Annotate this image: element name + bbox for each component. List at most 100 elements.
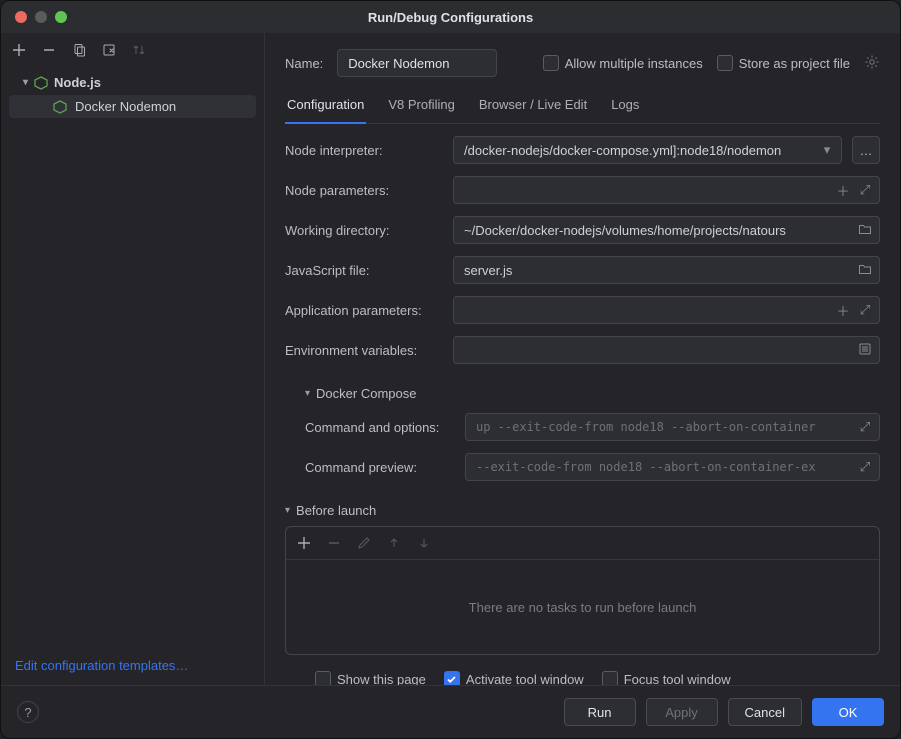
store-project-checkbox[interactable]: Store as project file [717,55,850,71]
app-params-label: Application parameters: [285,303,443,318]
help-button[interactable]: ? [17,701,39,723]
run-button[interactable]: Run [564,698,636,726]
dialog-footer: ? Run Apply Cancel OK [1,685,900,738]
command-options-input[interactable]: up --exit-code-from node18 --abort-on-co… [465,413,880,441]
folder-icon[interactable] [857,222,873,239]
workdir-label: Working directory: [285,223,443,238]
tree-item-docker-nodemon[interactable]: Docker Nodemon [9,95,256,118]
node-params-row: Node parameters: ＋ ⤢ [285,176,880,204]
command-preview-row: Command preview: --exit-code-from node18… [285,453,880,481]
remove-task-icon[interactable] [326,535,342,551]
sidebar-footer: Edit configuration templates… [1,646,264,685]
name-label: Name: [285,56,323,71]
tab-configuration[interactable]: Configuration [285,91,366,124]
tree-group-nodejs[interactable]: ▾ Node.js [5,71,260,94]
gear-icon[interactable] [864,54,880,73]
node-interpreter-label: Node interpreter: [285,143,443,158]
before-launch-title: Before launch [296,503,376,518]
config-name-input[interactable] [337,49,497,77]
before-launch-list: There are no tasks to run before launch [285,526,880,655]
store-project-label: Store as project file [739,56,850,71]
remove-config-icon[interactable] [41,42,57,58]
apply-button[interactable]: Apply [646,698,718,726]
command-preview-field: --exit-code-from node18 --abort-on-conta… [465,453,880,481]
focus-tool-window-checkbox[interactable]: Focus tool window [602,671,731,685]
app-params-input[interactable]: ＋ ⤢ [453,296,880,324]
checkbox-icon [602,671,618,685]
config-tabs: Configuration V8 Profiling Browser / Liv… [285,91,880,124]
expand-icon[interactable]: ⤢ [857,419,873,435]
focus-tool-window-label: Focus tool window [624,672,731,686]
workdir-input[interactable]: ~/Docker/docker-nodejs/volumes/home/proj… [453,216,880,244]
nodejs-icon [53,100,67,114]
form-area: Name: Allow multiple instances Store as … [265,33,900,685]
copy-config-icon[interactable] [71,42,87,58]
docker-compose-header[interactable]: ▾ Docker Compose [285,386,880,401]
command-options-label: Command and options: [305,420,455,435]
move-down-icon[interactable] [416,535,432,551]
main-panel: Name: Allow multiple instances Store as … [265,33,900,685]
sort-config-icon[interactable] [131,42,147,58]
tab-v8-profiling[interactable]: V8 Profiling [386,91,456,123]
plus-icon[interactable]: ＋ [835,181,851,200]
window-controls [15,11,67,23]
activate-tool-window-checkbox[interactable]: Activate tool window [444,671,584,685]
docker-compose-title: Docker Compose [316,386,416,401]
minimize-window-button[interactable] [35,11,47,23]
add-task-icon[interactable] [296,535,312,551]
close-window-button[interactable] [15,11,27,23]
checkbox-icon [543,55,559,71]
before-launch-header[interactable]: ▾ Before launch [285,503,880,518]
workdir-value: ~/Docker/docker-nodejs/volumes/home/proj… [464,223,851,238]
configurations-sidebar: ▾ Node.js Docker Nodemon Edit configurat… [1,33,265,685]
tree-item-label: Docker Nodemon [75,99,176,114]
ok-button[interactable]: OK [812,698,884,726]
node-interpreter-select[interactable]: /docker-nodejs/docker-compose.yml]:node1… [453,136,842,164]
edit-task-icon[interactable] [356,535,372,551]
chevron-down-icon: ▾ [819,142,835,158]
before-launch-toolbar [286,527,879,560]
content: ▾ Node.js Docker Nodemon Edit configurat… [1,33,900,685]
add-config-icon[interactable] [11,42,27,58]
expand-icon[interactable]: ⤢ [857,459,873,475]
checkbox-checked-icon [444,671,460,685]
cancel-button[interactable]: Cancel [728,698,802,726]
zoom-window-button[interactable] [55,11,67,23]
expand-icon[interactable]: ⤢ [857,182,873,198]
dialog-title: Run/Debug Configurations [1,10,900,25]
expand-icon[interactable]: ⤢ [857,302,873,318]
checkbox-icon [315,671,331,685]
command-options-row: Command and options: up --exit-code-from… [285,413,880,441]
tab-logs[interactable]: Logs [609,91,641,123]
node-interpreter-value: /docker-nodejs/docker-compose.yml]:node1… [464,143,813,158]
config-tree: ▾ Node.js Docker Nodemon [1,67,264,123]
node-params-input[interactable]: ＋ ⤢ [453,176,880,204]
plus-icon[interactable]: ＋ [835,301,851,320]
browse-interpreter-button[interactable]: … [852,136,880,164]
chevron-down-icon: ▾ [23,77,28,88]
allow-multiple-checkbox[interactable]: Allow multiple instances [543,55,703,71]
show-this-page-checkbox[interactable]: Show this page [315,671,426,685]
command-preview-value: --exit-code-from node18 --abort-on-conta… [476,460,851,474]
env-input[interactable] [453,336,880,364]
sidebar-toolbar [1,33,264,67]
list-icon[interactable] [857,342,873,359]
jsfile-row: JavaScript file: server.js [285,256,880,284]
tab-browser-live-edit[interactable]: Browser / Live Edit [477,91,589,123]
before-launch-section: ▾ Before launch [285,503,880,685]
workdir-row: Working directory: ~/Docker/docker-nodej… [285,216,880,244]
folder-icon[interactable] [857,262,873,279]
jsfile-value: server.js [464,263,851,278]
jsfile-input[interactable]: server.js [453,256,880,284]
activate-tool-window-label: Activate tool window [466,672,584,686]
command-preview-label: Command preview: [305,460,455,475]
env-label: Environment variables: [285,343,443,358]
nodejs-icon [34,76,48,90]
save-config-icon[interactable] [101,42,117,58]
before-launch-empty: There are no tasks to run before launch [286,560,879,654]
edit-templates-link[interactable]: Edit configuration templates… [15,658,188,673]
tree-group-label: Node.js [54,75,101,90]
checkbox-icon [717,55,733,71]
jsfile-label: JavaScript file: [285,263,443,278]
move-up-icon[interactable] [386,535,402,551]
